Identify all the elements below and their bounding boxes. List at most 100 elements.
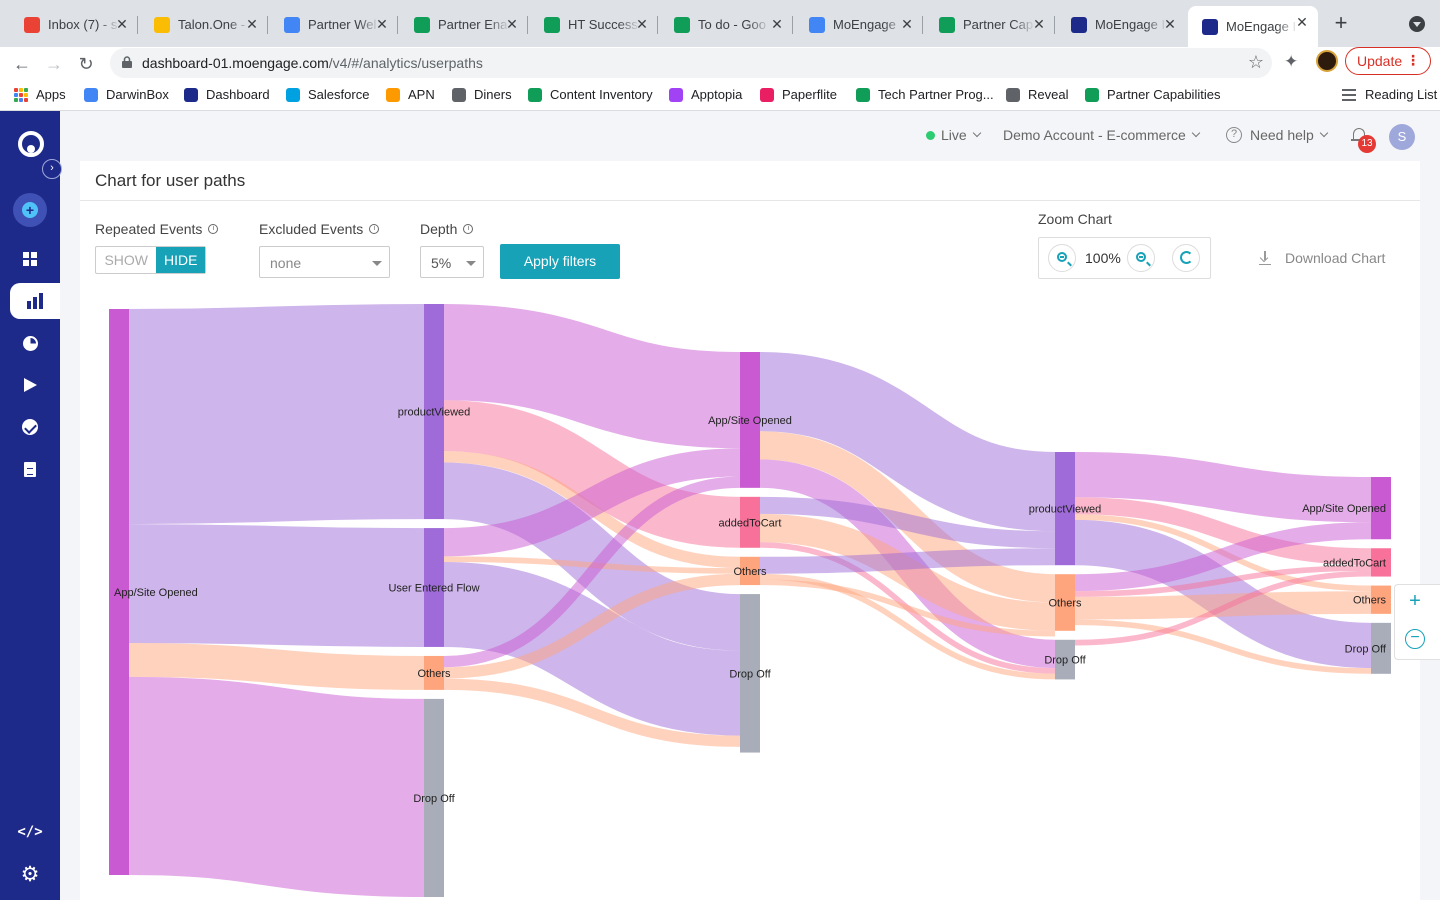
bookmark-item[interactable]: Diners — [452, 87, 512, 102]
browser-toolbar: ← → ↻ dashboard-01.moengage.com/v4/#/ana… — [0, 47, 1440, 81]
tab-separator — [922, 16, 923, 34]
minus-icon[interactable]: − — [1405, 629, 1425, 649]
browser-tab-label: Talon.One - — [178, 17, 246, 32]
sheets-icon — [544, 16, 560, 33]
reload-button[interactable]: ↻ — [73, 51, 99, 77]
bookmark-label: Apps — [36, 87, 66, 102]
browser-tab[interactable]: MoEngage ✕ — [795, 8, 923, 41]
app-root: › + </> ⚙ Live Demo Account - E-commerce… — [0, 111, 1440, 900]
browser-tab[interactable]: To do - Goo ✕ — [660, 8, 793, 41]
sankey-node-label: addedToCart — [719, 517, 782, 529]
browser-tab[interactable]: Talon.One - ✕ — [140, 8, 268, 41]
bookmark-label: Reveal — [1028, 87, 1069, 102]
bookmark-item[interactable]: Salesforce — [286, 87, 369, 102]
browser-tab-label: HT Success — [568, 17, 638, 32]
bookmark-label: Partner Capabilities — [1107, 87, 1221, 102]
browser-tab-label: Inbox (7) - s — [48, 17, 118, 32]
docs-icon — [284, 16, 300, 33]
browser-tab-label: MoEngage I — [1095, 17, 1166, 32]
browser-tab[interactable]: Partner Ena ✕ — [400, 8, 528, 41]
bookmark-item[interactable]: APN — [386, 87, 435, 102]
update-button[interactable]: Update ⋮ — [1345, 47, 1431, 75]
reading-list-icon — [1342, 88, 1356, 101]
sheets-icon — [674, 16, 690, 33]
sankey-link[interactable] — [759, 548, 1056, 574]
sankey-link[interactable] — [443, 304, 741, 449]
bookmark-item[interactable]: Apps — [14, 87, 66, 102]
sankey-link[interactable] — [128, 676, 425, 897]
bookmark-item[interactable]: Tech Partner Prog... — [856, 87, 994, 102]
browser-tab-label: To do - Goo — [698, 17, 766, 32]
close-icon[interactable]: ✕ — [1031, 16, 1047, 32]
browser-tab[interactable]: MoEngage I ✕ — [1188, 6, 1318, 47]
close-icon[interactable]: ✕ — [244, 16, 260, 32]
chart-zoom-side-panel: + − — [1394, 584, 1440, 660]
back-button[interactable]: ← — [9, 51, 35, 77]
calendar-icon — [809, 16, 825, 33]
close-icon[interactable]: ✕ — [114, 16, 130, 32]
tab-separator — [527, 16, 528, 34]
bookmark-item[interactable]: DarwinBox — [84, 87, 169, 102]
close-icon[interactable]: ✕ — [769, 16, 785, 32]
sankey-node-label: Others — [417, 668, 451, 680]
browser-tab[interactable]: HT Success ✕ — [530, 8, 658, 41]
bookmark-item[interactable]: Partner Capabilities — [1085, 87, 1220, 102]
browser-tab[interactable]: Inbox (7) - s ✕ — [10, 8, 138, 41]
sheets-icon — [856, 87, 870, 102]
sankey-node-label: App/Site Opened — [708, 415, 792, 427]
bookmark-item[interactable]: Reveal — [1006, 87, 1068, 102]
bookmark-item[interactable]: Dashboard — [184, 87, 270, 102]
sankey-node-label: Drop Off — [729, 668, 771, 680]
sankey-link[interactable] — [1074, 452, 1372, 523]
bookmark-label: DarwinBox — [106, 87, 169, 102]
tab-search-icon[interactable] — [1409, 16, 1425, 32]
tab-separator — [792, 16, 793, 34]
new-tab-button[interactable]: + — [1330, 12, 1352, 34]
reading-list-button[interactable]: Reading List — [1334, 87, 1437, 102]
close-icon[interactable]: ✕ — [504, 16, 520, 32]
sankey-link[interactable] — [128, 304, 425, 525]
sheets-icon — [528, 87, 542, 102]
close-icon[interactable]: ✕ — [1162, 16, 1178, 32]
close-icon[interactable]: ✕ — [374, 16, 390, 32]
bookmark-label: Salesforce — [308, 87, 370, 102]
sankey-link[interactable] — [128, 642, 425, 690]
bookmark-label: Paperflite — [782, 87, 837, 102]
apptopia-icon — [669, 87, 683, 102]
sankey-node-label: Others — [1353, 595, 1387, 607]
bookmark-label: Diners — [474, 87, 512, 102]
sankey-node-label: productViewed — [398, 407, 471, 419]
close-icon[interactable]: ✕ — [899, 16, 915, 32]
extensions-puzzle-icon[interactable]: ✦ — [1284, 52, 1298, 72]
bookmark-star-icon[interactable]: ☆ — [1248, 52, 1264, 73]
profile-avatar[interactable] — [1316, 50, 1338, 72]
lock-icon — [122, 56, 132, 68]
bookmark-label: Dashboard — [206, 87, 270, 102]
browser-tab[interactable]: Partner Cap ✕ — [925, 8, 1055, 41]
plus-icon[interactable]: + — [1405, 591, 1425, 611]
browser-tab[interactable]: MoEngage I ✕ — [1057, 8, 1186, 41]
sheets-icon — [939, 16, 955, 33]
sankey-node-label: Others — [1048, 598, 1082, 610]
gmail-icon — [24, 16, 40, 33]
close-icon[interactable]: ✕ — [1294, 14, 1310, 30]
forward-button[interactable]: → — [41, 51, 67, 77]
bookmark-label: Apptopia — [691, 87, 743, 102]
browser-tab-label: MoEngage — [833, 17, 896, 32]
bookmark-item[interactable]: Content Inventory — [528, 87, 653, 102]
browser-tab-label: MoEngage I — [1226, 19, 1297, 34]
bookmark-item[interactable]: Paperflite — [760, 87, 837, 102]
sankey-node-label: App/Site Opened — [114, 587, 198, 599]
bookmarks-bar: Apps DarwinBox Dashboard Salesforce APN Diner… — [0, 81, 1440, 111]
tab-separator — [657, 16, 658, 34]
reading-list-label: Reading List — [1365, 87, 1438, 102]
tab-separator — [137, 16, 138, 34]
close-icon[interactable]: ✕ — [634, 16, 650, 32]
browser-tab-label: Partner Ena — [438, 17, 508, 32]
browser-tab[interactable]: Partner Wel ✕ — [270, 8, 398, 41]
address-bar[interactable]: dashboard-01.moengage.com/v4/#/analytics… — [110, 48, 1272, 78]
moengage-icon — [1071, 16, 1087, 33]
browser-tab-label: Partner Cap — [963, 17, 1034, 32]
salesforce-icon — [286, 87, 300, 102]
bookmark-item[interactable]: Apptopia — [669, 87, 742, 102]
